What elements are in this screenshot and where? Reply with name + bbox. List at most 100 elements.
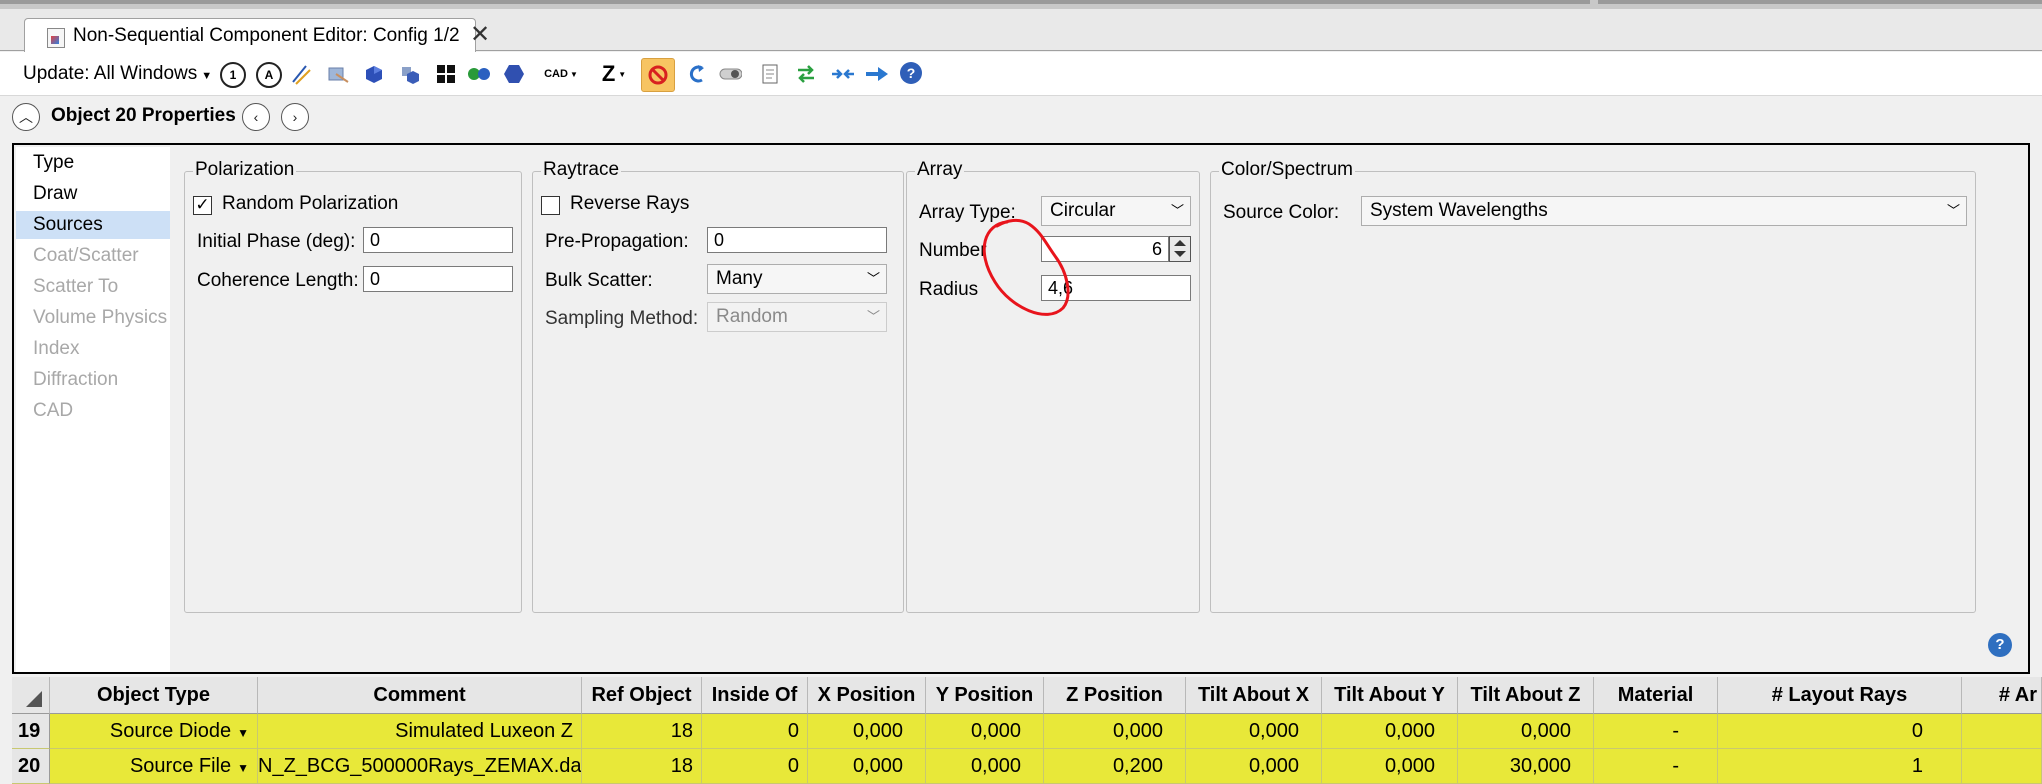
initial-phase-input[interactable]: 0 [363,227,513,253]
object-type-cell[interactable]: Source Diode ▼ [50,714,258,749]
chevron-up-icon: ︿ [19,109,33,125]
array-type-chevron-down-icon: ﹀ [1170,203,1184,218]
bulk-scatter-select[interactable]: Many ﹀ [707,264,887,294]
ray-trace-icon[interactable] [290,62,314,86]
report-icon[interactable] [758,62,782,86]
header-ref-object[interactable]: Ref Object [582,677,702,714]
table-corner-header[interactable] [12,677,50,714]
shaded-model-icon[interactable] [362,62,386,86]
inside-of-cell[interactable]: 0 [702,714,808,749]
header-tilt-about-x[interactable]: Tilt About X [1186,677,1322,714]
array-group: Array Array Type: Circular ﹀ Number 6 Ra… [906,159,1200,613]
z-sort-icon[interactable]: Z ▼ [596,61,632,86]
ref-object-cell[interactable]: 18 [582,714,702,749]
random-polarization-checkbox[interactable]: ✓ [193,196,212,215]
tilt-x-cell[interactable]: 0,000 [1186,714,1322,749]
caret-down-icon[interactable]: ▼ [237,761,249,775]
z-position-cell[interactable]: 0,200 [1044,749,1186,784]
header-comment[interactable]: Comment [258,677,582,714]
y-position-cell[interactable]: 0,000 [926,714,1044,749]
ref-object-cell[interactable]: 18 [582,749,702,784]
header-layout-rays[interactable]: # Layout Rays [1718,677,1962,714]
header-x-position[interactable]: X Position [808,677,926,714]
z-position-cell[interactable]: 0,000 [1044,714,1186,749]
header-tilt-about-z[interactable]: Tilt About Z [1458,677,1594,714]
editor-tab[interactable]: Non-Sequential Component Editor: Config … [24,18,490,52]
next-object-button[interactable]: › [281,103,309,131]
comment-cell[interactable]: N_Z_BCG_500000Rays_ZEMAX.dat [258,749,582,784]
panel-help-icon[interactable]: ? [1988,633,2012,657]
object-type-cell[interactable]: Source File ▼ [50,749,258,784]
refresh-1-icon[interactable]: 1 [220,62,246,88]
stop-icon[interactable] [641,58,675,92]
arrow-right-icon[interactable] [864,62,888,86]
comment-cell[interactable]: Simulated Luxeon Z [258,714,582,749]
arrays-cell[interactable] [1962,714,2042,749]
bulk-scatter-value: Many [716,268,763,289]
material-cell[interactable]: - [1594,714,1718,749]
solid-model-icon[interactable] [398,62,422,86]
z-label: Z [601,61,616,86]
color-spectrum-legend: Color/Spectrum [1219,159,1355,181]
object-type-value: Source Diode [109,720,232,742]
layout-rays-cell[interactable]: 1 [1718,749,1962,784]
row-number[interactable]: 20 [12,749,50,784]
source-color-select[interactable]: System Wavelengths ﹀ [1361,196,1967,226]
update-dropdown[interactable]: Update: All Windows ▼ [23,63,212,85]
x-position-cell[interactable]: 0,000 [808,714,926,749]
caret-down-icon[interactable]: ▼ [237,726,249,740]
header-inside-of[interactable]: Inside Of [702,677,808,714]
reverse-rays-checkbox[interactable] [541,196,560,215]
tilt-z-cell[interactable]: 30,000 [1458,749,1594,784]
spinner-down-icon[interactable] [1174,251,1186,257]
chevron-left-icon: ‹ [253,109,259,125]
tilt-x-cell[interactable]: 0,000 [1186,749,1322,784]
header-z-position[interactable]: Z Position [1044,677,1186,714]
y-position-cell[interactable]: 0,000 [926,749,1044,784]
help-icon[interactable]: ? [900,62,922,84]
layout-rays-cell[interactable]: 0 [1718,714,1962,749]
tilt-z-cell[interactable]: 0,000 [1458,714,1594,749]
polarization-group: Polarization ✓ Random Polarization Initi… [184,159,522,613]
collapse-properties-button[interactable]: ︿ [12,103,40,131]
header-material[interactable]: Material [1594,677,1718,714]
nav-item-volume-physics: Volume Physics [33,307,168,328]
collapse-icon[interactable] [830,62,854,86]
tilt-y-cell[interactable]: 0,000 [1322,714,1458,749]
top-strip-bar-left [0,0,1590,4]
nav-item-type[interactable]: Type [16,149,170,177]
exchange-icon[interactable] [794,62,818,86]
nav-item-draw[interactable]: Draw [16,180,170,208]
inside-of-cell[interactable]: 0 [702,749,808,784]
previous-object-button[interactable]: ‹ [242,103,270,131]
arrays-cell[interactable] [1962,749,2042,784]
spinner-up-icon[interactable] [1174,240,1186,246]
header-object-type[interactable]: Object Type [50,677,258,714]
nav-item-sources[interactable]: Sources [16,211,170,239]
grid-icon[interactable] [434,62,458,86]
undo-icon[interactable] [684,62,708,86]
nav-item-scatter-to: Scatter To [33,276,119,297]
header-tilt-about-y[interactable]: Tilt About Y [1322,677,1458,714]
refresh-a-icon[interactable]: A [256,62,282,88]
toggle-icon[interactable] [718,62,742,86]
number-spinner[interactable] [1169,236,1191,262]
coherence-length-input[interactable]: 0 [363,266,513,292]
x-position-cell[interactable]: 0,000 [808,749,926,784]
header-y-position[interactable]: Y Position [926,677,1044,714]
hexagon-icon[interactable] [502,62,526,86]
cad-icon[interactable]: CAD ▼ [542,62,580,86]
sampling-method-select: Random ﹀ [707,302,887,332]
header-arrays[interactable]: # Ar [1962,677,2042,714]
object-type-value: Source File [129,755,232,777]
tilt-y-cell[interactable]: 0,000 [1322,749,1458,784]
row-number[interactable]: 19 [12,714,50,749]
polarization-legend: Polarization [193,159,297,181]
tab-close-icon[interactable]: ✕ [470,22,490,48]
pre-propagation-input[interactable]: 0 [707,227,887,253]
layout-icon[interactable] [326,62,350,86]
editor-document-icon [47,28,65,48]
material-cell[interactable]: - [1594,749,1718,784]
circles-icon[interactable] [466,62,490,86]
properties-panel: Type Draw Sources Coat/Scatter Scatter T… [12,143,2030,674]
